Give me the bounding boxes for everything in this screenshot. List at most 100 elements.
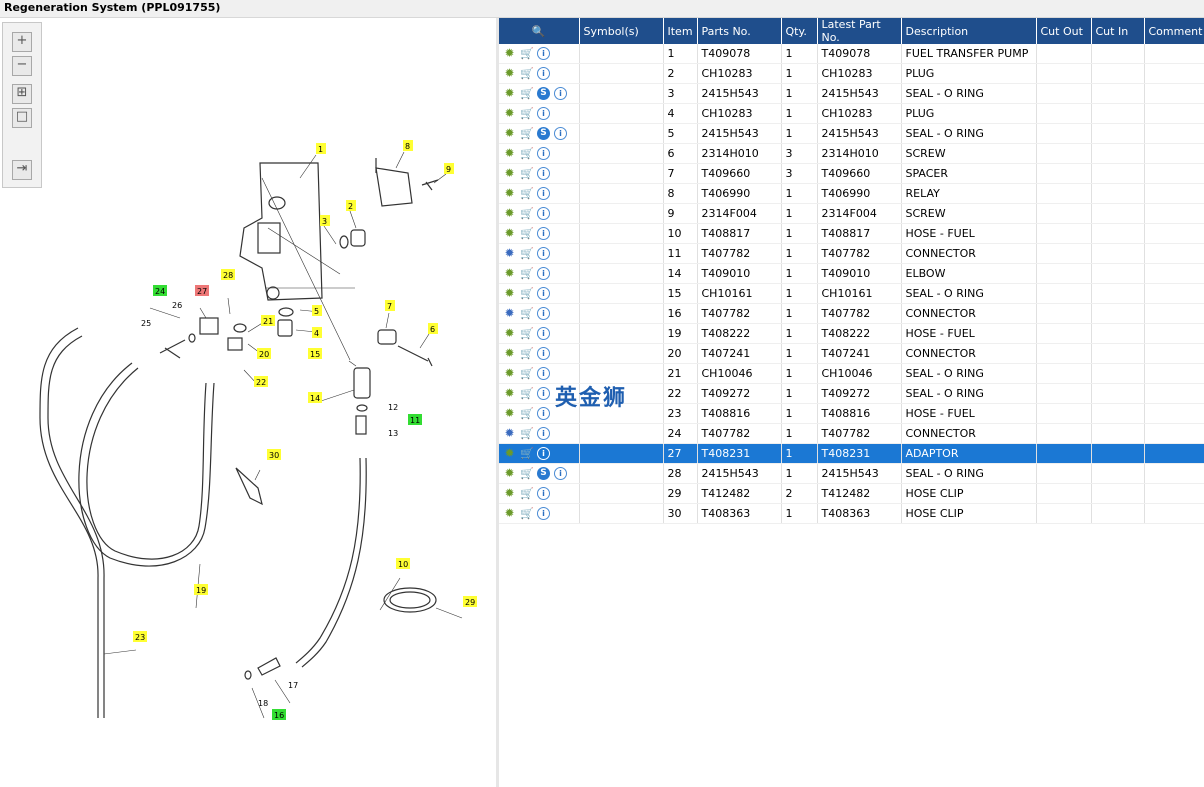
multi-gear-icon[interactable]: ✹ <box>503 427 516 440</box>
table-row[interactable]: ✹ 🛒 i 16 T407782 1 T407782 CONNECTOR <box>499 303 1204 324</box>
info-icon[interactable]: i <box>537 507 550 521</box>
info-icon[interactable]: i <box>537 167 550 181</box>
table-row[interactable]: ✹ 🛒 i 29 T412482 2 T412482 HOSE CLIP <box>499 483 1204 504</box>
column-header-qty[interactable]: Qty. <box>781 18 818 44</box>
gear-icon[interactable]: ✹ <box>503 327 516 340</box>
gear-icon[interactable]: ✹ <box>503 147 516 160</box>
supersession-icon[interactable]: S <box>537 127 550 141</box>
info-icon[interactable]: i <box>537 287 550 301</box>
column-header-symbols[interactable]: Symbol(s) <box>579 18 664 44</box>
cart-icon[interactable]: 🛒 <box>520 467 534 480</box>
cart-icon[interactable]: 🛒 <box>520 267 534 280</box>
cart-icon[interactable]: 🛒 <box>520 407 534 420</box>
info-icon[interactable]: i <box>537 327 550 341</box>
cart-icon[interactable]: 🛒 <box>520 507 534 520</box>
gear-icon[interactable]: ✹ <box>503 67 516 80</box>
gear-icon[interactable]: ✹ <box>503 167 516 180</box>
gear-icon[interactable]: ✹ <box>503 107 516 120</box>
info-icon[interactable]: i <box>537 47 550 61</box>
table-row[interactable]: ✹ 🛒 i 19 T408222 1 T408222 HOSE - FUEL <box>499 323 1204 344</box>
cart-icon[interactable]: 🛒 <box>520 67 534 80</box>
table-row[interactable]: ✹ 🛒 i 20 T407241 1 T407241 CONNECTOR <box>499 343 1204 364</box>
supersession-icon[interactable]: S <box>537 87 550 101</box>
info-icon[interactable]: i <box>537 67 550 81</box>
table-row[interactable]: ✹ 🛒 Si 28 2415H543 1 2415H543 SEAL - O RING <box>499 463 1204 484</box>
info-icon[interactable]: i <box>537 367 550 381</box>
column-header-parts-no[interactable]: Parts No. <box>697 18 782 44</box>
gear-icon[interactable]: ✹ <box>503 127 516 140</box>
cart-icon[interactable]: 🛒 <box>520 327 534 340</box>
table-row[interactable]: ✹ 🛒 i 24 T407782 1 T407782 CONNECTOR <box>499 423 1204 444</box>
info-icon[interactable]: i <box>537 227 550 241</box>
gear-icon[interactable]: ✹ <box>503 287 516 300</box>
exploded-diagram-panel[interactable]: + − ⊞ □ ⇥ 1 2 3 4 5 6 7 8 9 10 11 12 13 … <box>0 18 497 787</box>
cart-icon[interactable]: 🛒 <box>520 427 534 440</box>
cart-icon[interactable]: 🛒 <box>520 47 534 60</box>
column-header-item[interactable]: Item <box>663 18 698 44</box>
cart-icon[interactable]: 🛒 <box>520 287 534 300</box>
gear-icon[interactable]: ✹ <box>503 187 516 200</box>
cart-icon[interactable]: 🛒 <box>520 227 534 240</box>
cart-icon[interactable]: 🛒 <box>520 87 534 100</box>
table-row[interactable]: ✹ 🛒 Si 3 2415H543 1 2415H543 SEAL - O RING <box>499 83 1204 104</box>
info-icon[interactable]: i <box>537 247 550 261</box>
cart-icon[interactable]: 🛒 <box>520 187 534 200</box>
info-icon[interactable]: i <box>537 187 550 201</box>
gear-icon[interactable]: ✹ <box>503 267 516 280</box>
table-row[interactable]: ✹ 🛒 i 1 T409078 1 T409078 FUEL TRANSFER PUMP <box>499 44 1204 64</box>
table-row[interactable]: ✹ 🛒 i 7 T409660 3 T409660 SPACER <box>499 163 1204 184</box>
info-icon[interactable]: i <box>537 387 550 401</box>
gear-icon[interactable]: ✹ <box>503 467 516 480</box>
gear-icon[interactable]: ✹ <box>503 387 516 400</box>
table-row[interactable]: ✹ 🛒 i 4 CH10283 1 CH10283 PLUG <box>499 103 1204 124</box>
cart-icon[interactable]: 🛒 <box>520 127 534 140</box>
table-row[interactable]: ✹ 🛒 i 10 T408817 1 T408817 HOSE - FUEL <box>499 223 1204 244</box>
info-icon[interactable]: i <box>537 407 550 421</box>
info-icon[interactable]: i <box>537 147 550 161</box>
cart-icon[interactable]: 🛒 <box>520 307 534 320</box>
table-row[interactable]: ✹ 🛒 i 11 T407782 1 T407782 CONNECTOR <box>499 243 1204 264</box>
info-icon[interactable]: i <box>537 267 550 281</box>
cart-icon[interactable]: 🛒 <box>520 247 534 260</box>
info-icon[interactable]: i <box>537 107 550 121</box>
gear-icon[interactable]: ✹ <box>503 347 516 360</box>
gear-icon[interactable]: ✹ <box>503 87 516 100</box>
column-header-latest-part-no[interactable]: Latest Part No. <box>817 18 902 44</box>
info-icon[interactable]: i <box>554 87 567 101</box>
multi-gear-icon[interactable]: ✹ <box>503 247 516 260</box>
info-icon[interactable]: i <box>554 467 567 481</box>
gear-icon[interactable]: ✹ <box>503 207 516 220</box>
table-row[interactable]: ✹ 🛒 i 14 T409010 1 T409010 ELBOW <box>499 263 1204 284</box>
column-header-cut-out[interactable]: Cut Out <box>1036 18 1092 44</box>
cart-icon[interactable]: 🛒 <box>520 147 534 160</box>
gear-icon[interactable]: ✹ <box>503 47 516 60</box>
gear-icon[interactable]: ✹ <box>503 407 516 420</box>
table-row[interactable]: ✹ 🛒 i 2 CH10283 1 CH10283 PLUG <box>499 63 1204 84</box>
multi-gear-icon[interactable]: ✹ <box>503 307 516 320</box>
table-row[interactable]: ✹ 🛒 Si 5 2415H543 1 2415H543 SEAL - O RING <box>499 123 1204 144</box>
cart-icon[interactable]: 🛒 <box>520 387 534 400</box>
search-icon[interactable]: 🔍 <box>532 25 546 38</box>
info-icon[interactable]: i <box>537 487 550 501</box>
cart-icon[interactable]: 🛒 <box>520 447 534 460</box>
column-header-cut-in[interactable]: Cut In <box>1091 18 1145 44</box>
cart-icon[interactable]: 🛒 <box>520 207 534 220</box>
cart-icon[interactable]: 🛒 <box>520 167 534 180</box>
table-row[interactable]: ✹ 🛒 i 8 T406990 1 T406990 RELAY <box>499 183 1204 204</box>
cart-icon[interactable]: 🛒 <box>520 487 534 500</box>
search-column-header[interactable]: 🔍 <box>499 18 580 44</box>
column-header-comment[interactable]: Comment <box>1144 18 1204 44</box>
info-icon[interactable]: i <box>537 447 550 461</box>
info-icon[interactable]: i <box>537 427 550 441</box>
info-icon[interactable]: i <box>537 307 550 321</box>
gear-icon[interactable]: ✹ <box>503 227 516 240</box>
gear-icon[interactable]: ✹ <box>503 367 516 380</box>
column-header-description[interactable]: Description <box>901 18 1037 44</box>
table-row[interactable]: ✹ 🛒 i 6 2314H010 3 2314H010 SCREW <box>499 143 1204 164</box>
table-row[interactable]: ✹ 🛒 i 27 T408231 1 T408231 ADAPTOR <box>499 443 1204 464</box>
cart-icon[interactable]: 🛒 <box>520 367 534 380</box>
info-icon[interactable]: i <box>537 207 550 221</box>
gear-icon[interactable]: ✹ <box>503 447 516 460</box>
cart-icon[interactable]: 🛒 <box>520 347 534 360</box>
cart-icon[interactable]: 🛒 <box>520 107 534 120</box>
